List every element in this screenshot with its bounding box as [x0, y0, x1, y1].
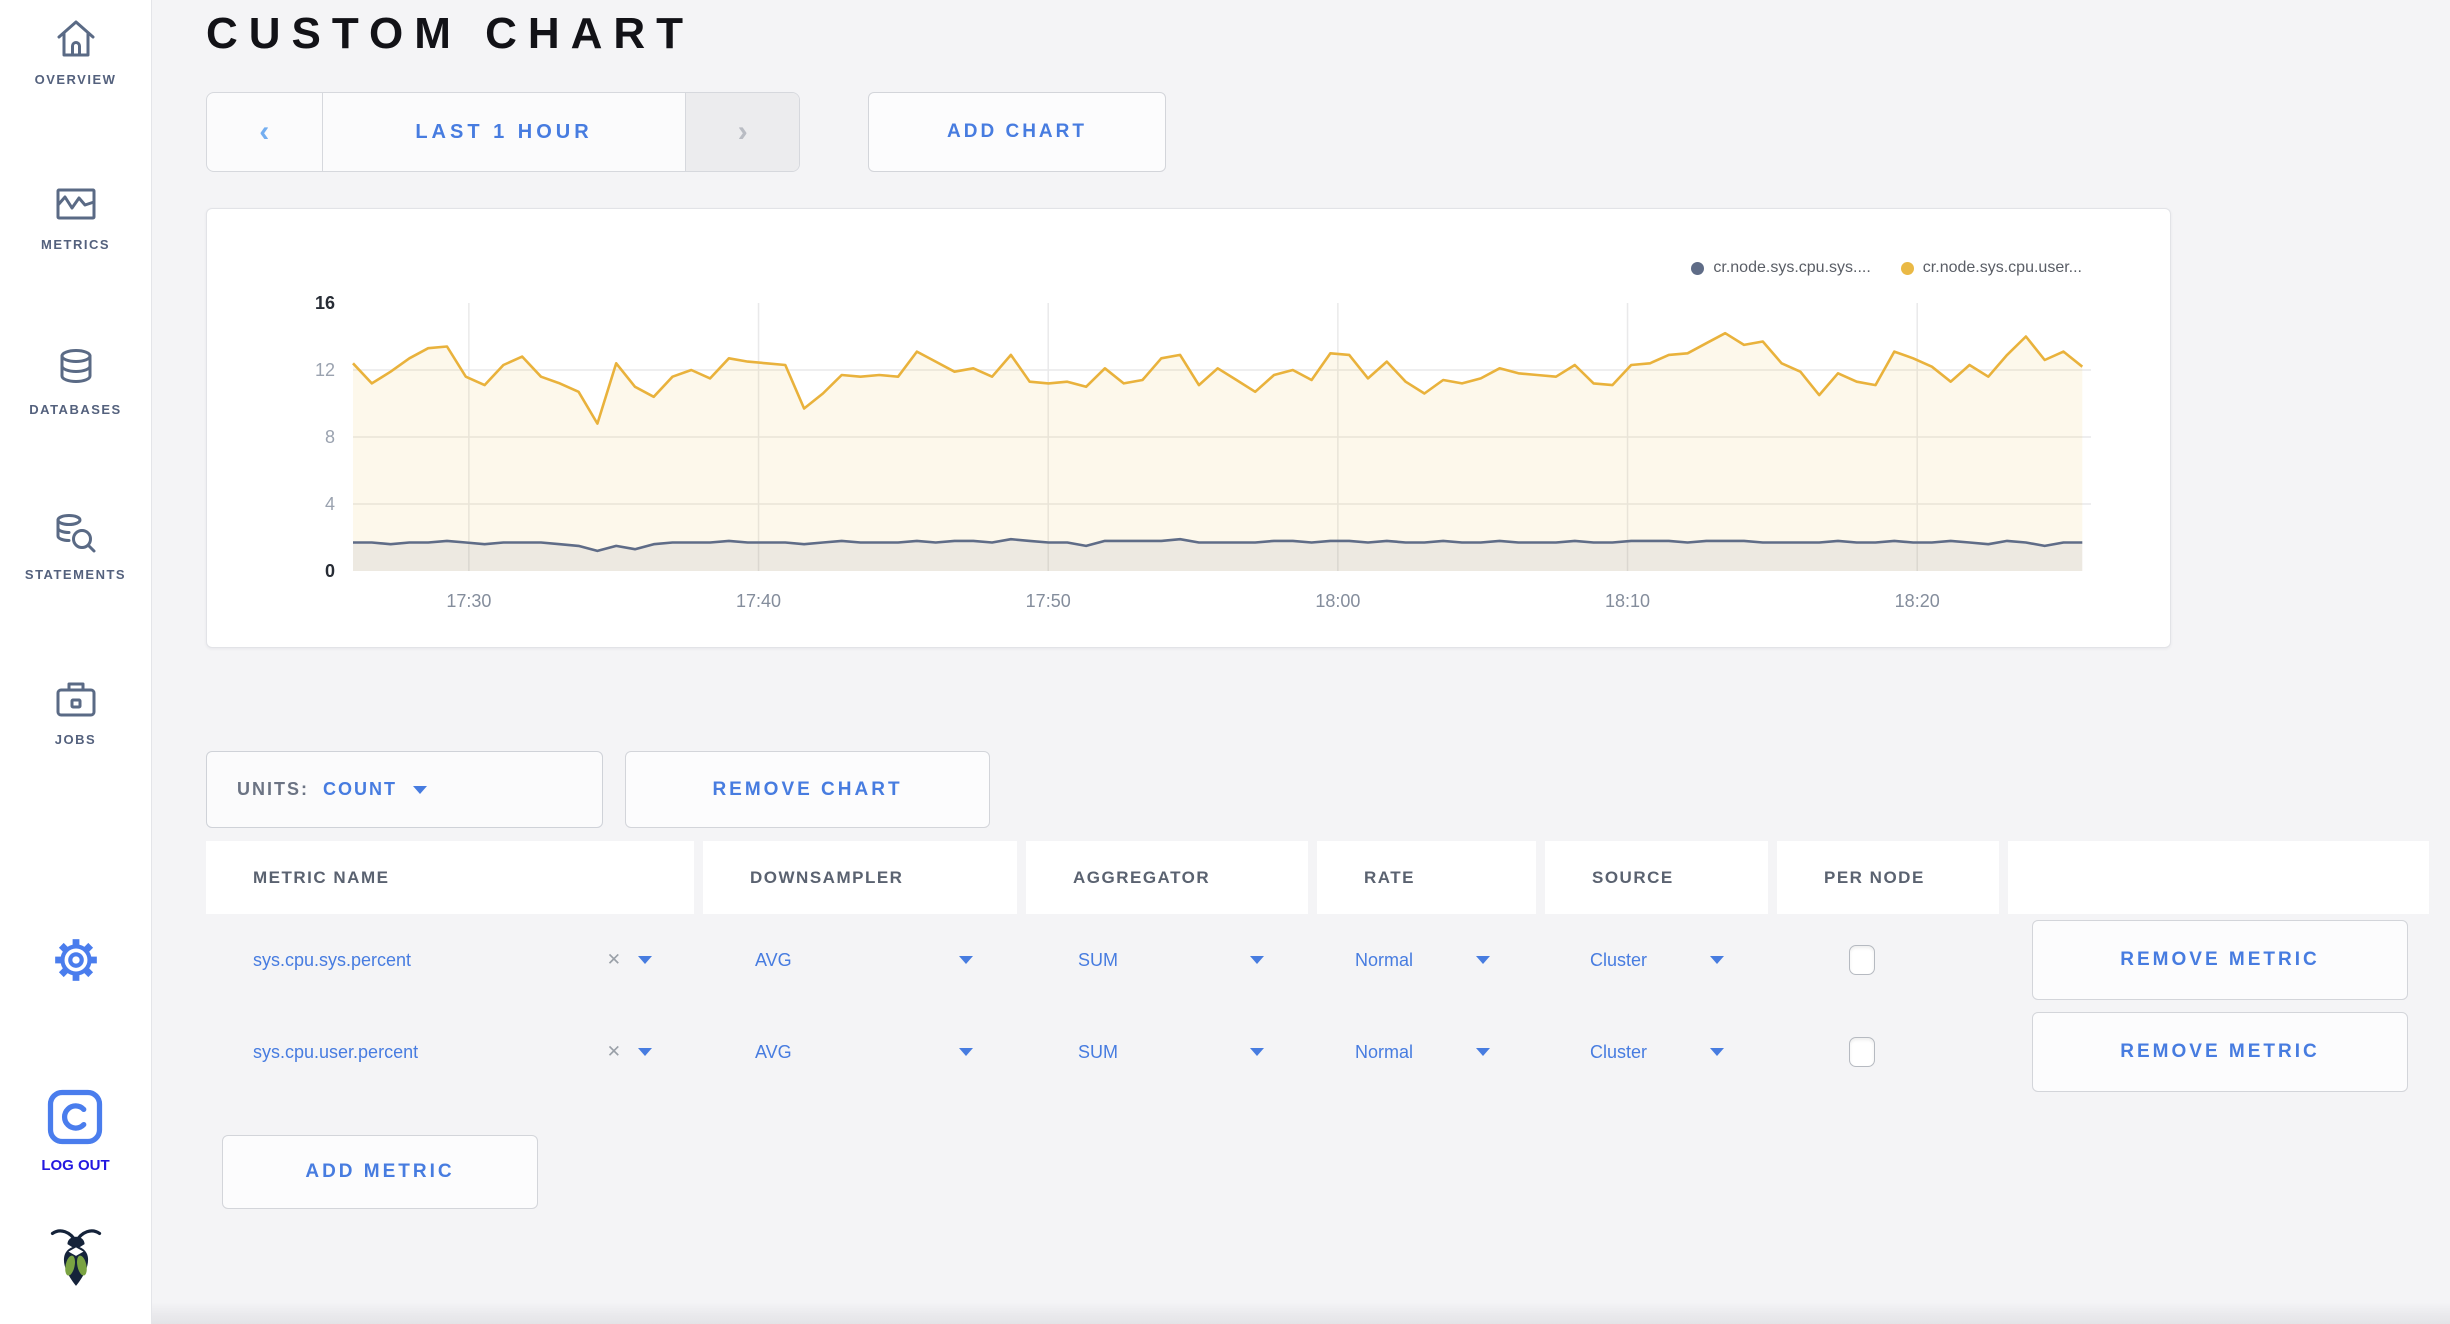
metric-name-link[interactable]: sys.cpu.sys.percent [253, 950, 411, 971]
time-range-next-button[interactable]: › [685, 93, 799, 171]
legend-label: cr.node.sys.cpu.user... [1922, 259, 2082, 276]
aggregator-dropdown[interactable]: SUM [1078, 950, 1118, 971]
metrics-table-header: METRIC NAME DOWNSAMPLER AGGREGATOR RATE … [206, 841, 2429, 914]
chevron-left-icon: ‹ [259, 115, 270, 148]
chevron-down-icon[interactable] [1710, 1048, 1724, 1056]
svg-text:16: 16 [315, 293, 335, 313]
svg-text:0: 0 [325, 561, 335, 581]
chart-card: 17:30 17:40 17:50 18:00 18:10 18:20 0 4 8 12 16 cr… [206, 208, 2171, 648]
sidebar-item-label: STATEMENTS [24, 567, 127, 582]
chevron-down-icon [413, 785, 427, 794]
chevron-down-icon[interactable] [1250, 1048, 1264, 1056]
chart-legend: cr.node.sys.cpu.sys.... cr.node.sys.cpu.… [1691, 259, 2082, 277]
chevron-down-icon[interactable] [1710, 956, 1724, 964]
column-header-source: SOURCE [1545, 841, 1768, 914]
units-dropdown[interactable]: UNITS: COUNT [206, 751, 603, 828]
metrics-table-body: sys.cpu.sys.percent ✕ AVG SUM Normal Clu… [206, 914, 2429, 1098]
units-label: UNITS: [237, 779, 309, 799]
remove-metric-button[interactable]: REMOVE METRIC [2032, 920, 2408, 1000]
chevron-right-icon: › [737, 115, 748, 148]
add-metric-button[interactable]: ADD METRIC [222, 1135, 538, 1209]
chevron-down-icon[interactable] [959, 1048, 973, 1056]
time-range-label[interactable]: LAST 1 HOUR [323, 93, 686, 171]
sidebar-settings[interactable] [51, 935, 101, 985]
metrics-icon [51, 179, 101, 229]
table-row: sys.cpu.sys.percent ✕ AVG SUM Normal Clu… [206, 914, 2429, 1006]
sidebar-item-label: OVERVIEW [34, 72, 117, 87]
per-node-checkbox[interactable] [1849, 1037, 1875, 1067]
sidebar: OVERVIEW METRICS DATABASES STATEMENTS JO… [0, 0, 152, 1324]
sidebar-item-statements[interactable]: STATEMENTS [25, 509, 126, 582]
chevron-down-icon[interactable] [1250, 956, 1264, 964]
rate-dropdown[interactable]: Normal [1355, 1042, 1413, 1063]
jobs-icon [51, 674, 101, 724]
chevron-down-icon[interactable] [1476, 956, 1490, 964]
clear-metric-icon[interactable]: ✕ [607, 950, 621, 970]
column-header-downsampler: DOWNSAMPLER [703, 841, 1017, 914]
clear-metric-icon[interactable]: ✕ [607, 1042, 621, 1062]
per-node-checkbox[interactable] [1849, 945, 1875, 975]
downsampler-dropdown[interactable]: AVG [755, 950, 792, 971]
remove-chart-button[interactable]: REMOVE CHART [625, 751, 990, 828]
svg-text:4: 4 [325, 494, 335, 514]
time-range-prev-button[interactable]: ‹ [207, 93, 323, 171]
rate-dropdown[interactable]: Normal [1355, 950, 1413, 971]
legend-item[interactable]: cr.node.sys.cpu.sys.... [1691, 259, 1871, 277]
svg-text:17:40: 17:40 [736, 591, 781, 611]
legend-dot-sys [1691, 261, 1705, 275]
gear-icon [51, 935, 101, 985]
legend-label: cr.node.sys.cpu.sys.... [1713, 259, 1871, 276]
chevron-down-icon[interactable] [638, 1048, 652, 1056]
svg-text:8: 8 [325, 427, 335, 447]
sidebar-item-label: METRICS [41, 237, 110, 252]
logout-label: LOG OUT [41, 1157, 110, 1174]
chevron-down-icon[interactable] [638, 956, 652, 964]
legend-dot-user [1900, 261, 1914, 275]
metrics-table: METRIC NAME DOWNSAMPLER AGGREGATOR RATE … [206, 841, 2429, 1098]
svg-text:12: 12 [315, 360, 335, 380]
svg-text:18:20: 18:20 [1895, 591, 1940, 611]
column-header-actions [2008, 841, 2429, 914]
units-value: COUNT [323, 779, 397, 799]
downsampler-dropdown[interactable]: AVG [755, 1042, 792, 1063]
sidebar-item-databases[interactable]: DATABASES [29, 344, 121, 417]
source-dropdown[interactable]: Cluster [1590, 1042, 1647, 1063]
sidebar-logout[interactable]: LOG OUT [41, 1089, 110, 1174]
cockroach-c-icon [47, 1089, 103, 1150]
add-chart-button[interactable]: ADD CHART [868, 92, 1166, 172]
source-dropdown[interactable]: Cluster [1590, 950, 1647, 971]
svg-text:18:00: 18:00 [1315, 591, 1360, 611]
sidebar-item-overview[interactable]: OVERVIEW [35, 14, 117, 87]
column-header-per-node: PER NODE [1777, 841, 1999, 914]
main-content: CUSTOM CHART ‹ LAST 1 HOUR › ADD CHART 1… [152, 0, 2450, 1209]
sidebar-item-label: JOBS [54, 732, 97, 747]
column-header-rate: RATE [1317, 841, 1536, 914]
page-title: CUSTOM CHART [206, 9, 695, 58]
column-header-metric-name: METRIC NAME [206, 841, 694, 914]
table-row: sys.cpu.user.percent ✕ AVG SUM Normal Cl… [206, 1006, 2429, 1098]
sidebar-item-jobs[interactable]: JOBS [51, 674, 101, 747]
sidebar-item-metrics[interactable]: METRICS [41, 179, 110, 252]
metric-name-link[interactable]: sys.cpu.user.percent [253, 1042, 418, 1063]
chevron-down-icon[interactable] [1476, 1048, 1490, 1056]
legend-item[interactable]: cr.node.sys.cpu.user... [1900, 259, 2082, 277]
chart-controls: UNITS: COUNT REMOVE CHART [206, 751, 2450, 828]
database-icon [51, 344, 101, 394]
aggregator-dropdown[interactable]: SUM [1078, 1042, 1118, 1063]
home-icon [51, 14, 101, 64]
statements-icon [51, 509, 101, 559]
chevron-down-icon[interactable] [959, 956, 973, 964]
toolbar: ‹ LAST 1 HOUR › ADD CHART [206, 92, 2450, 172]
time-range-selector: ‹ LAST 1 HOUR › [206, 92, 800, 172]
svg-text:17:30: 17:30 [446, 591, 491, 611]
bottom-shadow [152, 1302, 2450, 1324]
column-header-aggregator: AGGREGATOR [1026, 841, 1308, 914]
sidebar-item-label: DATABASES [29, 402, 122, 417]
svg-text:17:50: 17:50 [1026, 591, 1071, 611]
remove-metric-button[interactable]: REMOVE METRIC [2032, 1012, 2408, 1092]
cockroach-bug-logo [50, 1226, 102, 1293]
svg-text:18:10: 18:10 [1605, 591, 1650, 611]
